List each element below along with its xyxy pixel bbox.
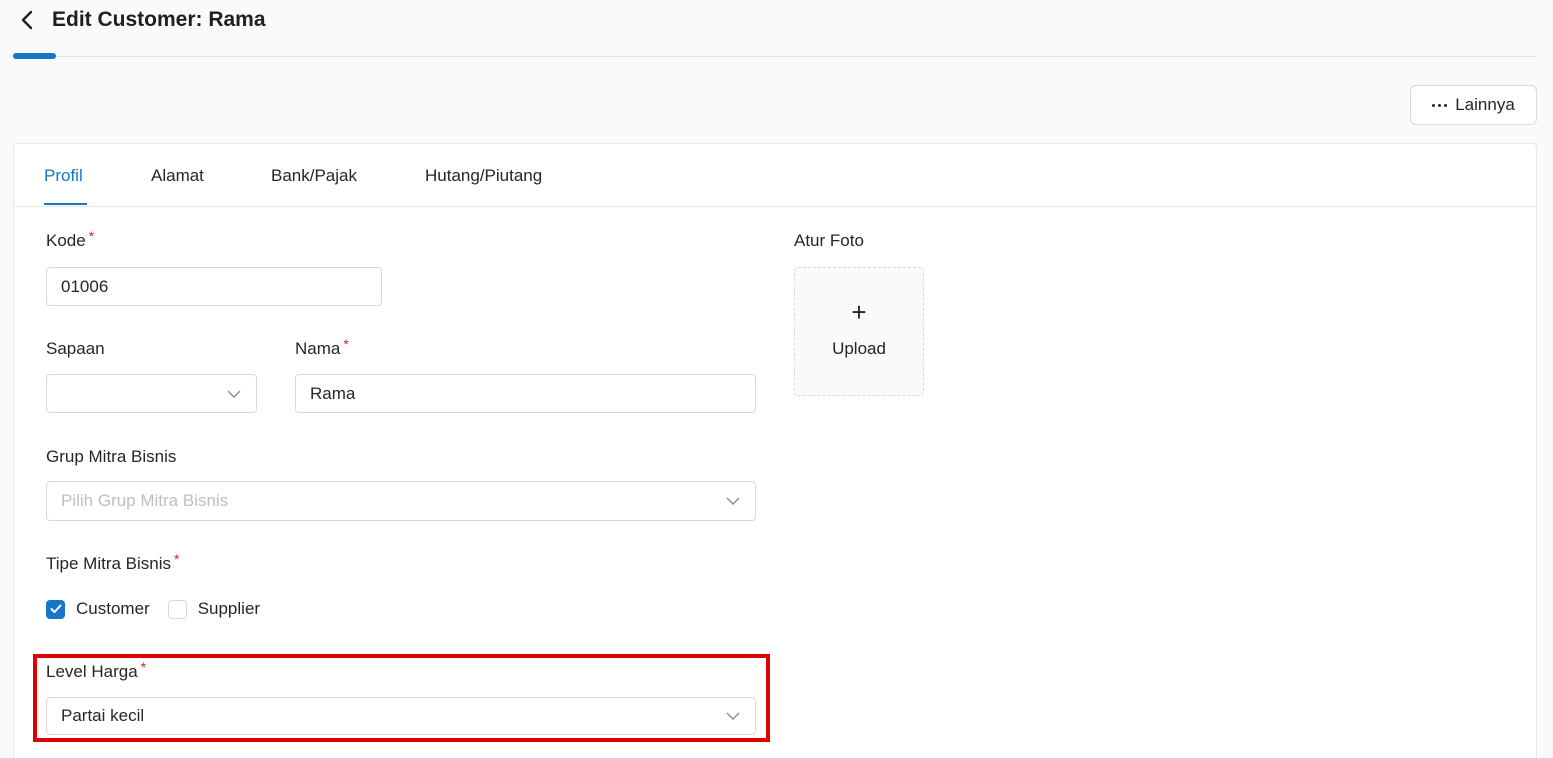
sapaan-label: Sapaan [46,339,105,358]
level-harga-highlight-box [33,654,770,742]
supplier-checkbox[interactable] [167,599,187,619]
grup-select-placeholder: Pilih Grup Mitra Bisnis [61,491,229,510]
plus-icon: + [851,296,867,327]
page-title: Edit Customer: Rama [52,8,266,31]
customer-checkbox-label[interactable]: Customer [76,599,150,619]
back-button[interactable] [16,8,40,32]
kode-input-value: 01006 [61,276,109,296]
chevron-left-icon [21,10,33,30]
tab-bar: Profil Alamat Bank/Pajak Hutang/Piutang [14,144,1536,207]
nama-required-mark: * [343,336,349,352]
photo-upload[interactable]: + Upload [794,267,924,396]
customer-checkbox[interactable] [46,599,65,619]
nama-label: Nama * [295,336,349,360]
header-active-indicator [13,53,56,59]
more-button[interactable]: Lainnya [1410,85,1537,125]
header-divider [13,56,1537,57]
photo-label: Atur Foto [794,231,864,250]
more-button-label: Lainnya [1455,95,1515,114]
upload-label: Upload [832,338,886,358]
tipe-required-mark: * [174,551,180,567]
kode-label: Kode * [46,228,95,252]
page-header: Edit Customer: Rama [0,0,1553,59]
tipe-options: Customer Supplier [46,599,278,619]
nama-input-value: Rama [310,383,356,403]
sapaan-select[interactable] [46,374,257,413]
supplier-checkbox-label[interactable]: Supplier [198,599,260,619]
nama-input[interactable]: Rama [295,374,756,413]
tab-hutang-piutang[interactable]: Hutang/Piutang [425,164,542,188]
grup-select[interactable]: Pilih Grup Mitra Bisnis [46,481,756,521]
kode-required-mark: * [88,228,95,244]
tab-profil[interactable]: Profil [44,164,83,188]
tab-alamat[interactable]: Alamat [151,164,204,188]
kode-input[interactable]: 01006 [46,267,382,306]
tab-active-underline [44,203,87,205]
nama-label-text: Nama [295,339,341,358]
tipe-label-text: Tipe Mitra Bisnis [46,554,172,573]
ellipsis-icon [1432,103,1448,107]
tab-bank-pajak[interactable]: Bank/Pajak [271,164,357,188]
tipe-label: Tipe Mitra Bisnis * [46,551,180,575]
kode-label-text: Kode [46,231,86,250]
chevron-down-icon [227,390,241,398]
check-icon [50,604,61,613]
chevron-down-icon [726,497,740,505]
grup-label: Grup Mitra Bisnis [46,447,177,466]
